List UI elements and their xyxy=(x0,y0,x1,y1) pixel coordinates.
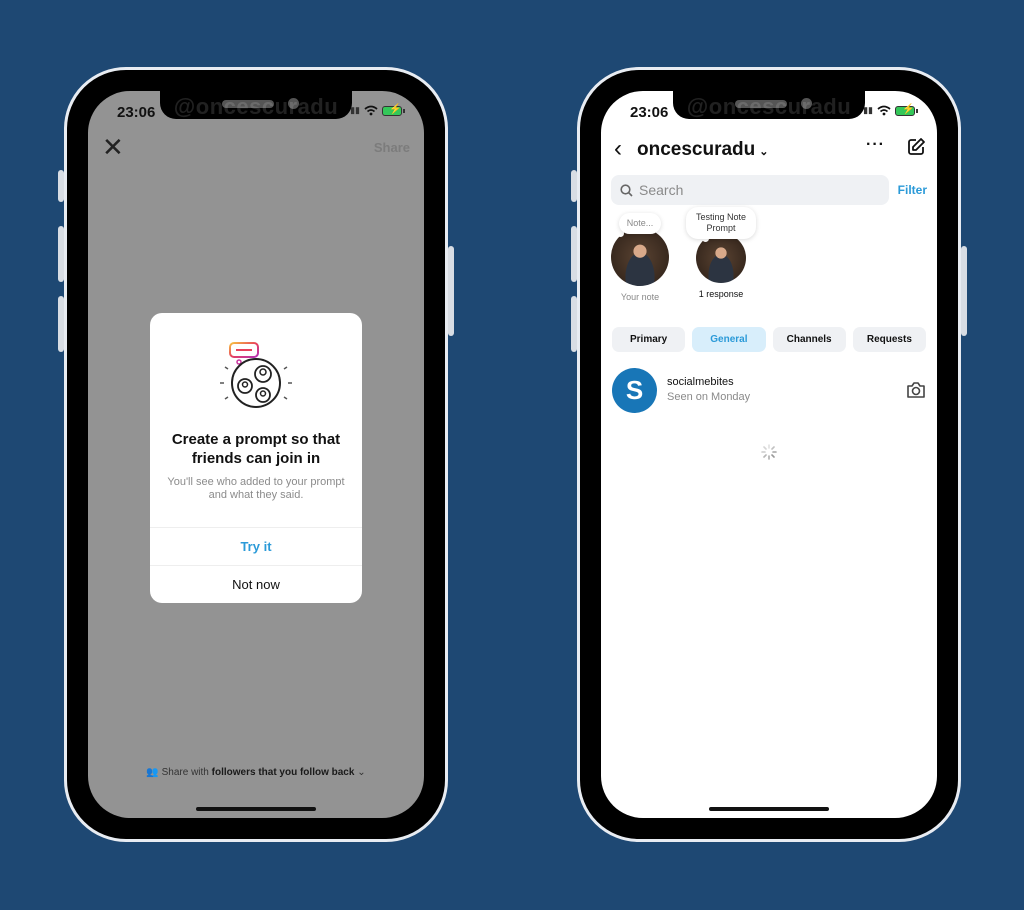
watermark: @oncescuradu xyxy=(173,94,339,119)
wifi-icon xyxy=(364,105,378,116)
note-own[interactable]: Note... Your note xyxy=(601,213,680,302)
filter-button[interactable]: Filter xyxy=(898,183,927,197)
status-time: 23:06 xyxy=(630,104,669,121)
share-button[interactable]: Share xyxy=(374,140,410,155)
try-it-button[interactable]: Try it xyxy=(150,527,362,565)
conversation-status: Seen on Monday xyxy=(667,391,751,403)
close-icon[interactable]: ✕ xyxy=(102,134,124,160)
note-prompt[interactable]: Testing Note Prompt 1 response xyxy=(681,207,761,299)
search-input[interactable] xyxy=(639,182,869,198)
note-bubble: Note... xyxy=(618,213,662,234)
status-icons: ▮▮ ⚡ xyxy=(350,104,405,116)
silent-switch xyxy=(571,170,577,202)
username: oncescuradu xyxy=(637,139,756,160)
left-screen: @oncescuradu 23:06 ▮▮ ⚡ ✕ Share Create a… xyxy=(88,91,424,818)
status-time: 23:06 xyxy=(117,104,156,121)
search-bar[interactable] xyxy=(611,175,889,205)
conversation-row[interactable]: S socialmebites Seen on Monday xyxy=(612,368,926,414)
inbox-tabs: Primary General Channels Requests xyxy=(612,327,926,352)
signal-icon: ▮▮ xyxy=(350,105,360,115)
home-indicator xyxy=(196,807,316,811)
battery-icon: ⚡ xyxy=(895,104,918,116)
share-audience-selector[interactable]: 👥 Share with followers that you follow b… xyxy=(88,767,424,778)
tab-primary[interactable]: Primary xyxy=(612,327,686,352)
chevron-down-icon: ⌄ xyxy=(357,767,366,778)
left-phone: @oncescuradu 23:06 ▮▮ ⚡ ✕ Share Create a… xyxy=(58,67,454,842)
chevron-down-icon: ⌄ xyxy=(759,146,769,158)
signal-icon: ▮▮ xyxy=(863,105,873,115)
right-phone: @oncescuradu 23:06 ▮▮ ⚡ ‹ oncescuradu ⌄ ·… xyxy=(571,67,967,842)
header: ‹ oncescuradu ⌄ ··· xyxy=(601,135,937,165)
loading-spinner-icon xyxy=(761,444,777,460)
compose-icon[interactable] xyxy=(906,137,926,157)
silent-switch xyxy=(58,170,64,202)
avatar xyxy=(696,233,746,283)
not-now-button[interactable]: Not now xyxy=(150,565,362,603)
tab-channels[interactable]: Channels xyxy=(772,327,846,352)
tab-general[interactable]: General xyxy=(692,327,766,352)
note-caption: 1 response xyxy=(698,289,744,299)
conversation-name: socialmebites xyxy=(667,376,734,388)
home-indicator xyxy=(709,807,829,811)
account-switcher[interactable]: oncescuradu ⌄ xyxy=(637,139,768,161)
power-button xyxy=(961,246,967,336)
note-caption: Your note xyxy=(620,292,660,302)
status-icons: ▮▮ ⚡ xyxy=(863,104,918,116)
prompt-modal: Create a prompt so that friends can join… xyxy=(150,313,362,603)
power-button xyxy=(448,246,454,336)
group-prompt-illustration xyxy=(220,342,292,408)
search-icon xyxy=(620,183,633,197)
avatar: S xyxy=(612,368,657,413)
modal-subtitle: You'll see who added to your prompt and … xyxy=(167,476,345,501)
volume-up-button xyxy=(571,226,577,282)
more-icon[interactable]: ··· xyxy=(866,136,885,154)
volume-down-button xyxy=(58,296,64,352)
right-screen: @oncescuradu 23:06 ▮▮ ⚡ ‹ oncescuradu ⌄ ·… xyxy=(601,91,937,818)
volume-up-button xyxy=(58,226,64,282)
back-icon[interactable]: ‹ xyxy=(614,135,622,163)
people-icon: 👥 xyxy=(146,767,159,778)
watermark: @oncescuradu xyxy=(686,94,852,119)
share-audience: followers that you follow back xyxy=(211,767,355,778)
share-with-prefix: Share with xyxy=(161,767,209,778)
note-bubble: Testing Note Prompt xyxy=(686,207,756,239)
tab-requests[interactable]: Requests xyxy=(852,327,926,352)
volume-down-button xyxy=(571,296,577,352)
avatar xyxy=(611,228,669,286)
battery-icon: ⚡ xyxy=(382,104,405,116)
wifi-icon xyxy=(877,105,891,116)
camera-icon[interactable] xyxy=(906,381,926,399)
modal-title: Create a prompt so that friends can join… xyxy=(171,431,341,467)
